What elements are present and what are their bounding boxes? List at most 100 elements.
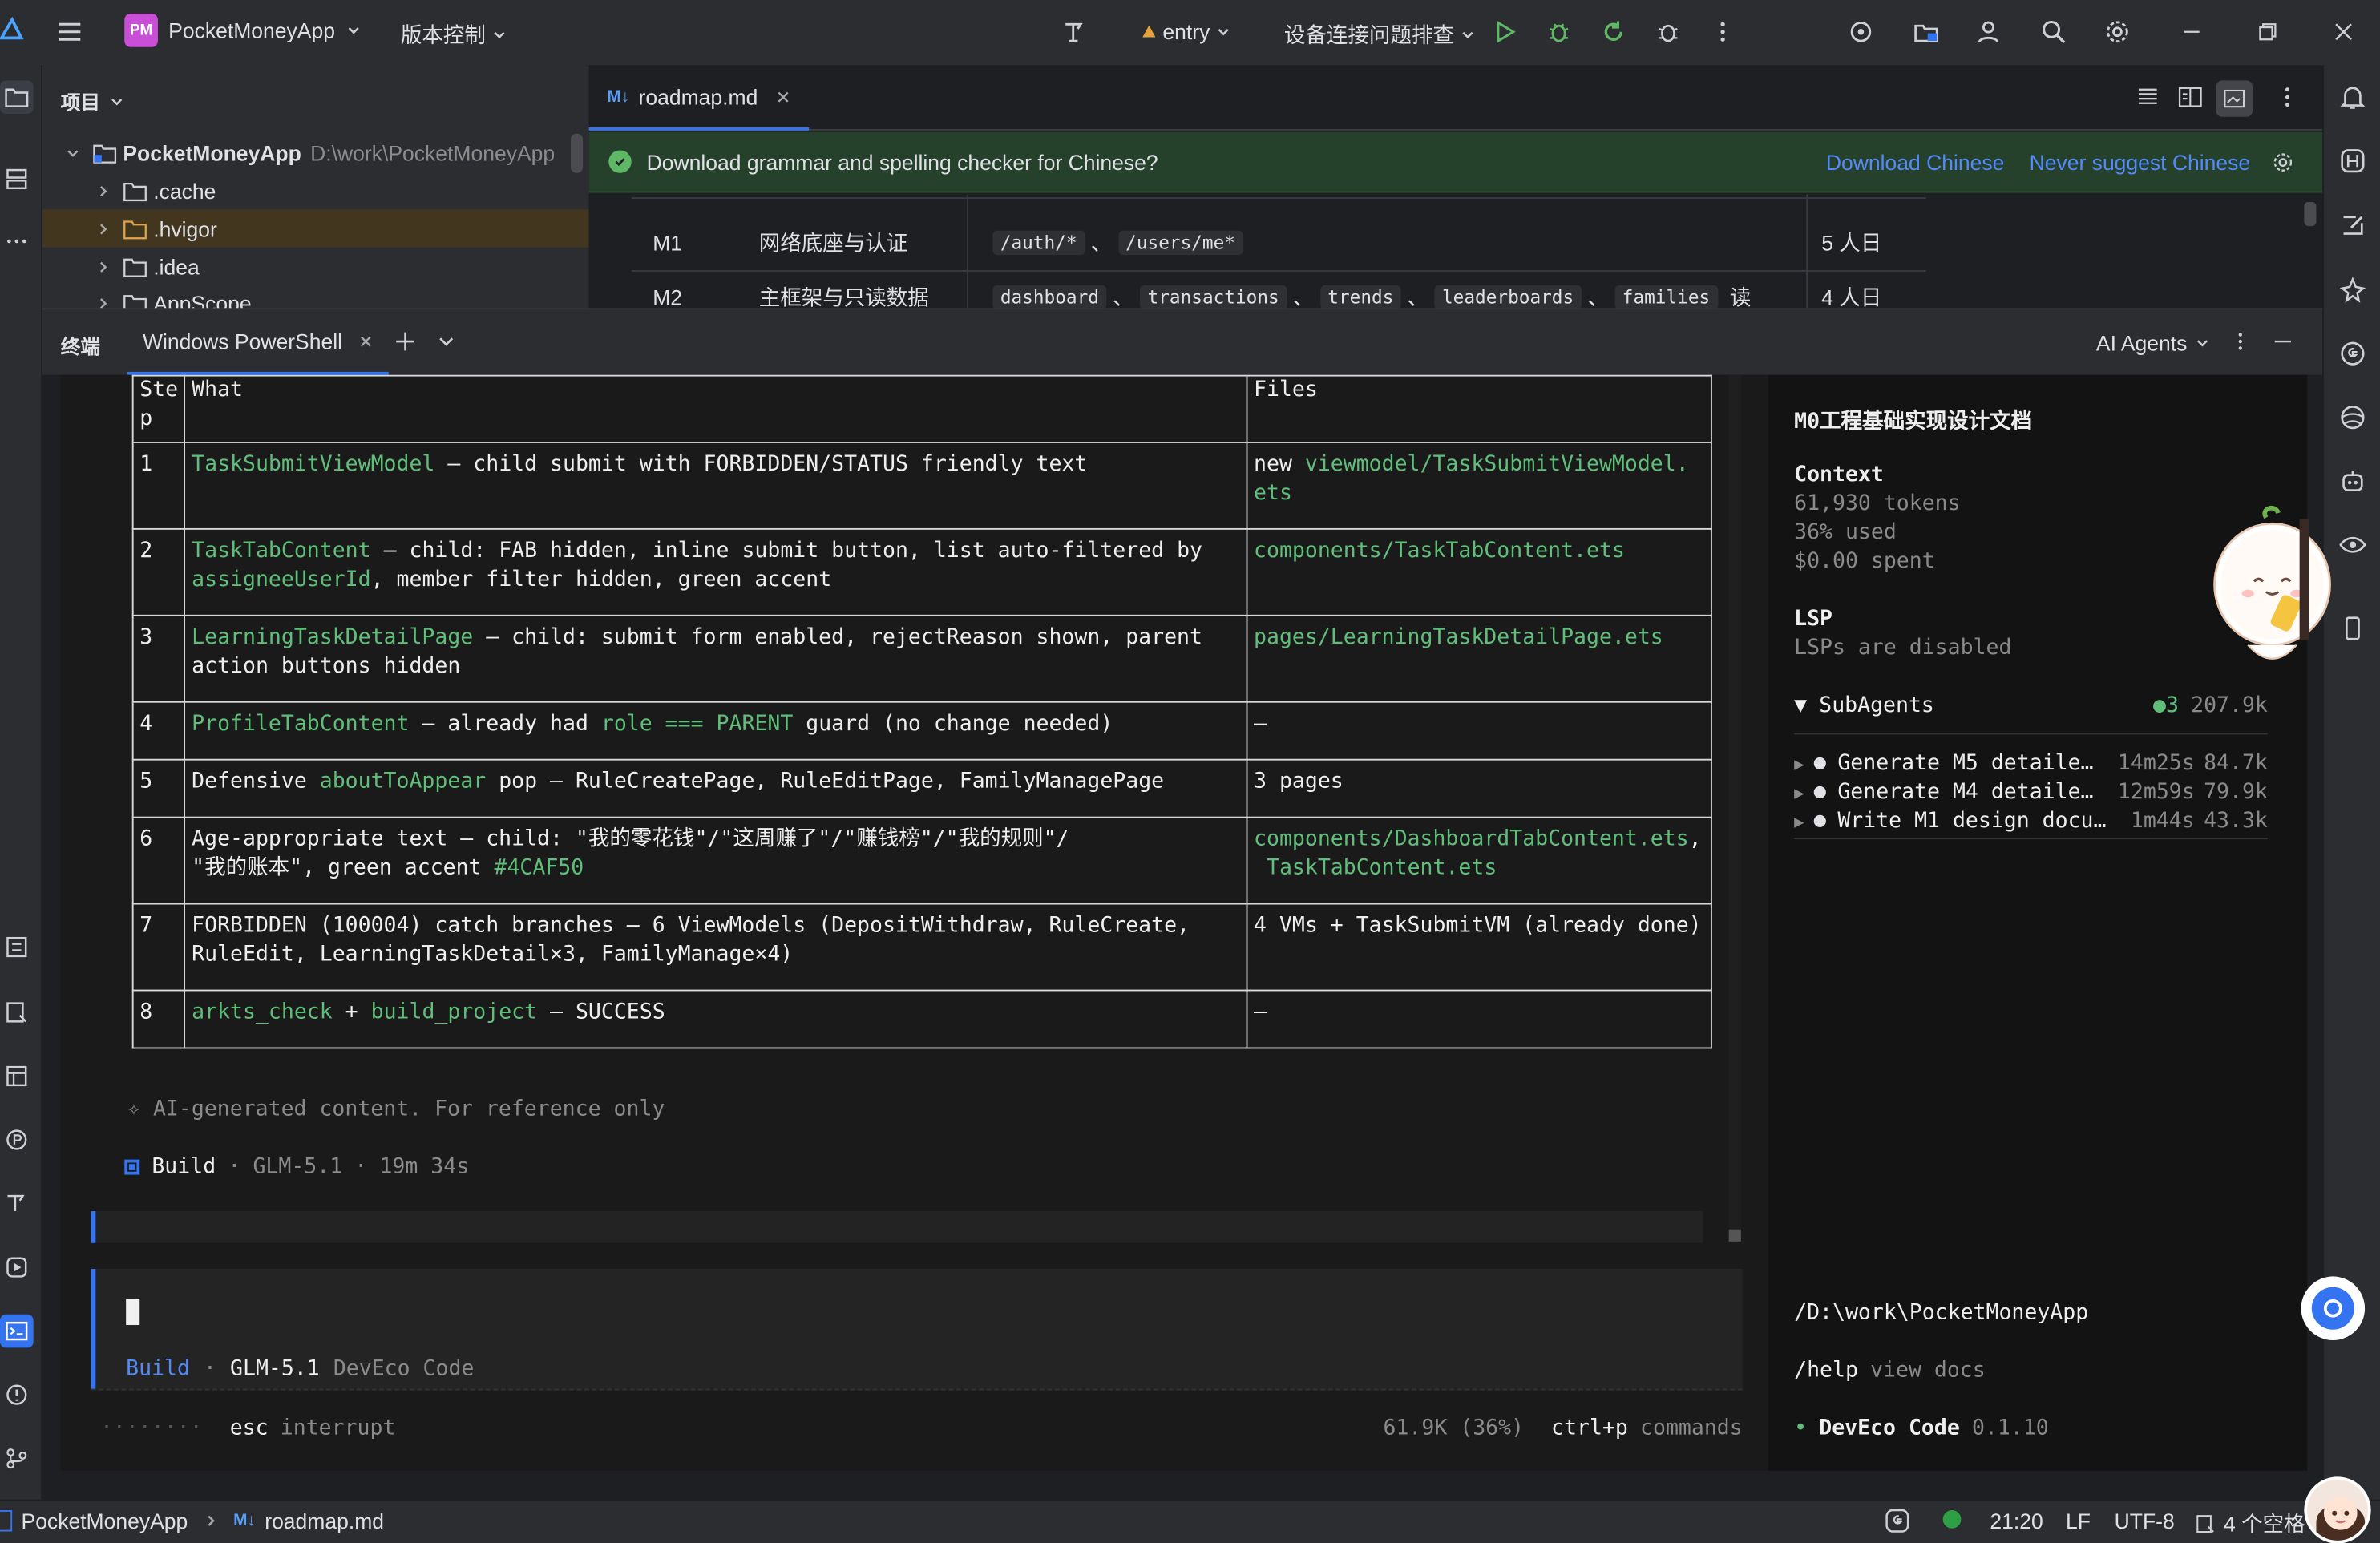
files-cell: pages/LearningTaskDetailPage.ets (1246, 614, 1712, 703)
debug-icon[interactable] (1536, 9, 1582, 55)
tree-item[interactable]: .cache (42, 172, 589, 209)
terminal-tab[interactable]: Windows PowerShell (127, 309, 388, 375)
file-encoding[interactable]: UTF-8 (2115, 1509, 2175, 1533)
table-row: 2 TaskTabContent — child: FAB hidden, inl… (131, 527, 1712, 616)
editor-mode-preview-icon[interactable] (2216, 80, 2253, 117)
assistant-float-button[interactable] (2301, 1276, 2366, 1340)
breadcrumb-file[interactable]: roadmap.md (265, 1509, 384, 1533)
status-bar: PocketMoneyApp M↓ roadmap.md 21:20 LF UT… (0, 1499, 2380, 1543)
version-number: 0.1.10 (1971, 1416, 2049, 1440)
editor-mode-code-icon[interactable] (2134, 83, 2164, 114)
structure-icon[interactable] (0, 163, 34, 196)
empty-input-line[interactable] (91, 1211, 1703, 1243)
project-tool-icon[interactable] (0, 80, 34, 115)
chevron-down-icon[interactable] (437, 333, 455, 351)
project-scrollbar[interactable] (570, 133, 584, 173)
vcs-label: 版本控制 (400, 22, 486, 47)
hammer-icon[interactable] (1052, 9, 1097, 55)
subagent-item[interactable]: ▶ Write M1 design docu… 1m44s 43.3k (1794, 809, 2268, 833)
notifications-bell-icon[interactable] (2336, 80, 2370, 114)
harmony-h-icon[interactable] (2336, 144, 2370, 178)
run-config-selector[interactable]: entry (1142, 20, 1231, 44)
vcs-menu[interactable]: 版本控制 (401, 20, 507, 50)
minimize-icon[interactable] (2169, 9, 2215, 55)
build-hammer-icon[interactable] (0, 1187, 34, 1221)
log-icon[interactable] (0, 996, 34, 1029)
tree-root[interactable]: PocketMoneyApp D:\work\PocketMoneyApp (42, 134, 589, 172)
tree-item-label: .idea (153, 254, 200, 279)
settings-gear-icon[interactable] (2095, 9, 2140, 55)
terminal-hide-icon[interactable] (2271, 329, 2295, 353)
help-command[interactable]: /help (1794, 1359, 1858, 1383)
rerun-icon[interactable] (1590, 9, 1636, 55)
problems-icon[interactable] (0, 1378, 34, 1412)
mascot-illustration[interactable] (2212, 506, 2336, 673)
profiler-icon[interactable] (1646, 9, 1691, 55)
terminal-tool-icon[interactable] (0, 1314, 34, 1348)
terminal-output[interactable]: Ste p What Files 1 TaskSubmitViewModel — … (60, 374, 1768, 1471)
subagent-item[interactable]: ▶ Generate M4 detaile… 12m59s 79.9k (1794, 780, 2268, 804)
restore-icon[interactable] (2245, 9, 2290, 55)
tab-close-icon[interactable] (358, 333, 373, 349)
editor-scrollbar[interactable] (2304, 201, 2317, 227)
editor-tab[interactable]: M↓ roadmap.md (588, 65, 810, 131)
todo-icon[interactable] (0, 931, 34, 964)
edit-note-icon[interactable] (2336, 208, 2370, 241)
cell-text: pop — RuleCreatePage, RuleEditPage, Fami… (486, 769, 1165, 794)
tab-close-icon[interactable] (776, 89, 791, 104)
tree-root-path: D:\work\PocketMoneyApp (310, 140, 556, 165)
new-tab-plus-icon[interactable] (392, 328, 419, 355)
terminal-more-icon[interactable] (2228, 329, 2253, 353)
layout-icon[interactable] (0, 1060, 34, 1093)
row-tail-text: 读 (1729, 285, 1752, 309)
spellcheck-notification: Download grammar and spelling checker fo… (588, 131, 2323, 193)
terminal-scrollbar-track[interactable] (1728, 374, 1741, 1242)
code-tag: trends (1319, 285, 1401, 309)
ai-agents-dropdown[interactable]: AI Agents (2096, 331, 2210, 355)
main-menu-icon[interactable] (47, 9, 93, 55)
globe-icon[interactable] (2336, 401, 2370, 434)
terminal-scrollbar-thumb[interactable] (1728, 1229, 1741, 1242)
g-plugin-icon[interactable] (2336, 337, 2370, 370)
subagents-header[interactable]: ▼ SubAgents ●3 207.9k (1794, 693, 2268, 717)
git-icon[interactable] (0, 1442, 34, 1476)
run-icon[interactable] (1481, 9, 1527, 55)
notification-settings-icon[interactable] (2271, 150, 2295, 174)
run-tool-icon[interactable] (0, 1250, 34, 1284)
more-vertical-icon[interactable] (1700, 9, 1746, 55)
tree-item[interactable]: AppScope (42, 285, 589, 309)
ai-star-icon[interactable] (2336, 273, 2370, 307)
prompt-box[interactable]: Build · GLM-5.1 DevEco Code (91, 1268, 1743, 1391)
expand-triangle-icon: ▶ (1794, 753, 1804, 774)
project-panel-header[interactable]: 项目 (61, 87, 125, 115)
preview-eye-icon[interactable] (2336, 528, 2370, 562)
editor-mode-split-icon[interactable] (2176, 83, 2207, 114)
indent-setting[interactable]: 4 个空格 (2195, 1509, 2305, 1539)
device-phone-icon[interactable] (2336, 612, 2370, 645)
profiler-p-icon[interactable] (0, 1123, 34, 1157)
project-switcher[interactable]: PM PocketMoneyApp (124, 14, 361, 47)
step-cell: 7 (131, 903, 186, 992)
tree-item[interactable]: .idea (42, 248, 589, 285)
search-icon[interactable] (2031, 9, 2077, 55)
device-selector[interactable]: 设备连接问题排查 (1284, 20, 1476, 50)
folder-sync-icon[interactable] (1903, 9, 1949, 55)
left-tool-strip (0, 65, 43, 1500)
more-horizontal-icon[interactable] (0, 224, 34, 258)
subagent-item[interactable]: ▶ Generate M5 detaile… 14m25s 84.7k (1794, 751, 2268, 775)
status-ok-indicator[interactable] (1942, 1510, 1962, 1529)
account-icon[interactable] (1966, 9, 2011, 55)
cursor-position[interactable]: 21:20 (1990, 1509, 2043, 1533)
chevron-down-icon (1218, 29, 1229, 36)
never-suggest-link[interactable]: Never suggest Chinese (2030, 150, 2251, 174)
editor-more-icon[interactable] (2273, 83, 2304, 114)
breadcrumb-project[interactable]: PocketMoneyApp (22, 1509, 188, 1533)
user-avatar[interactable] (2304, 1476, 2371, 1543)
grammar-g-icon[interactable] (1884, 1507, 1911, 1534)
device-manager-icon[interactable] (1838, 9, 1884, 55)
robot-icon[interactable] (2336, 464, 2370, 498)
line-separator[interactable]: LF (2066, 1509, 2091, 1533)
close-icon[interactable] (2321, 9, 2366, 55)
download-chinese-link[interactable]: Download Chinese (1826, 150, 2005, 174)
tree-item[interactable]: .hvigor (42, 209, 589, 248)
